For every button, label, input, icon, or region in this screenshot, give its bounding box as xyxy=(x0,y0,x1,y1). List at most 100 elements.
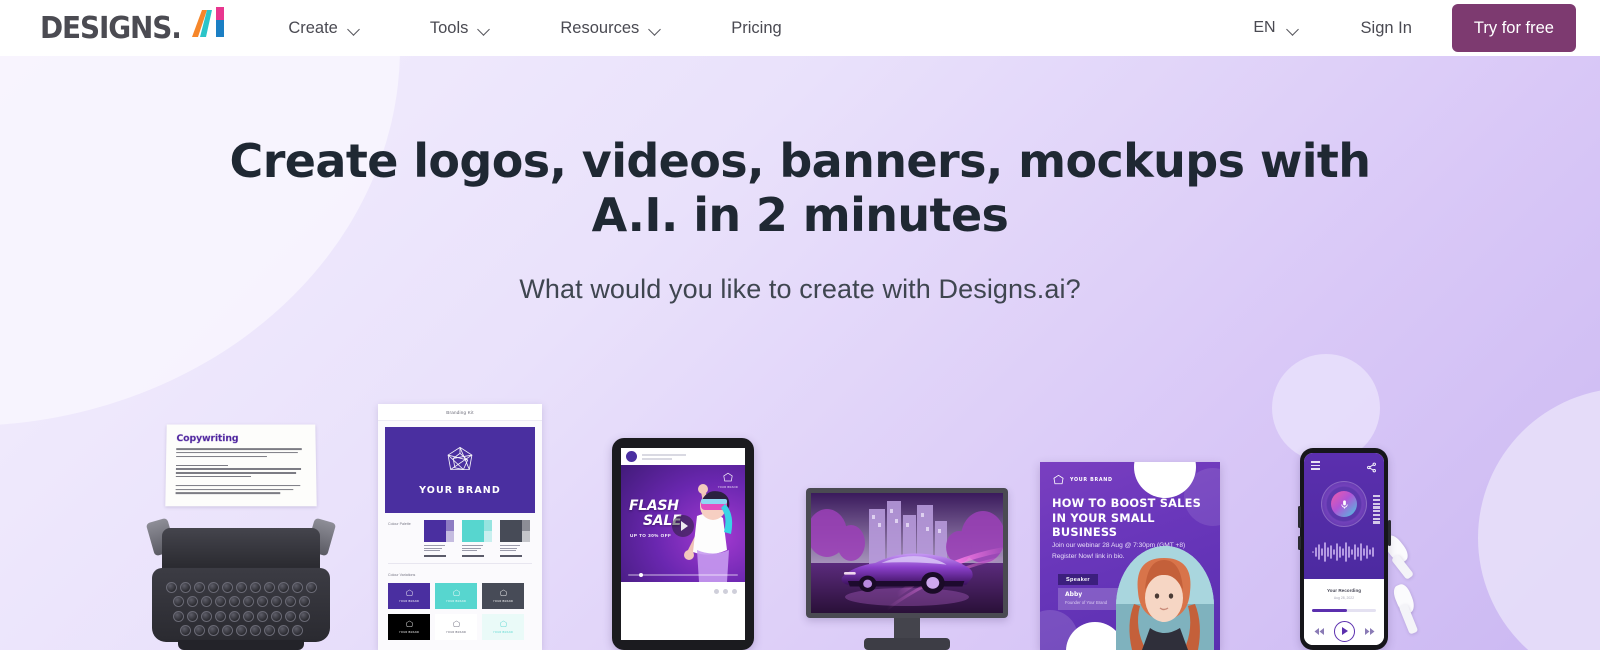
tablet-frame: YOUR BRAND FLASH SALE UP TO 30% OFF xyxy=(612,438,754,650)
designs-ai-logo[interactable]: DESIGNS. xyxy=(40,7,226,48)
branding-kit-swatch xyxy=(424,520,454,558)
branding-kit-variation: YOUR BRAND xyxy=(388,614,430,641)
microphone-button[interactable] xyxy=(1331,491,1357,517)
showcase-item-social-post[interactable]: YOUR BRAND HOW TO BOOST SALES IN YOUR SM… xyxy=(1040,462,1220,650)
designs-ai-logo-icon xyxy=(192,7,226,38)
dot-icon xyxy=(732,588,737,594)
typewriter-foot xyxy=(178,640,304,650)
social-post-headline: HOW TO BOOST SALES IN YOUR SMALL BUSINES… xyxy=(1052,496,1202,540)
language-selector[interactable]: EN xyxy=(1253,19,1298,37)
recording-title: Your Recording xyxy=(1326,588,1362,593)
site-header: DESIGNS. Create Tools Resources Pricing … xyxy=(0,0,1600,56)
dot-icon xyxy=(714,588,719,594)
nav-item-tools[interactable]: Tools xyxy=(430,19,491,38)
monitor-frame xyxy=(806,488,1008,618)
divider xyxy=(388,563,532,565)
main-navigation: Create Tools Resources Pricing xyxy=(288,19,781,38)
monitor-screen xyxy=(811,493,1003,613)
forward-icon xyxy=(1364,627,1374,635)
phone-screen: Your Recording Aug 28, 2022 xyxy=(1304,453,1384,645)
social-post-brand-tag: YOUR BRAND xyxy=(1052,474,1113,487)
branding-kit-swatch xyxy=(462,520,492,558)
play-icon[interactable] xyxy=(672,514,694,537)
sign-in-link[interactable]: Sign In xyxy=(1361,19,1412,38)
branding-kit-swatch xyxy=(500,520,530,558)
branding-kit-variation-grid: YOUR BRAND YOUR BRAND YOUR BRAND YOUR BR… xyxy=(388,583,532,641)
nav-item-create[interactable]: Create xyxy=(288,19,360,38)
page-title: Create logos, videos, banners, mockups w… xyxy=(229,134,1371,242)
branding-kit-swatch-list xyxy=(424,520,532,558)
showcase-item-branding-kit[interactable]: Branding Kit YOUR BRAND Colour Palette C… xyxy=(378,404,542,650)
video-ad-media: YOUR BRAND FLASH SALE UP TO 30% OFF xyxy=(621,465,745,582)
try-for-free-button[interactable]: Try for free xyxy=(1451,4,1576,52)
branding-kit-palette-section: Colour Palette xyxy=(388,520,532,558)
recording-date: Aug 28, 2022 xyxy=(1333,596,1355,600)
avatar xyxy=(626,451,637,462)
social-feed-actions xyxy=(621,582,745,600)
branding-kit-variation: YOUR BRAND xyxy=(482,614,524,641)
social-post-speaker-tag: Speaker xyxy=(1058,574,1098,585)
nav-item-create-label: Create xyxy=(288,18,338,37)
branding-kit-brand-name: YOUR BRAND xyxy=(419,485,501,496)
brand-mark-icon xyxy=(443,444,477,478)
monitor-neck xyxy=(894,618,920,638)
hero-subtitle: What would you like to create with Desig… xyxy=(519,274,1081,304)
typewriter-body xyxy=(145,498,337,650)
chevron-down-icon xyxy=(349,25,360,32)
nav-item-pricing-label: Pricing xyxy=(731,18,782,37)
typewriter-keyboard xyxy=(160,581,322,636)
typewriter-paper: Copywriting xyxy=(165,424,317,507)
audio-controls xyxy=(1304,620,1384,642)
logo-wordmark: DESIGNS. xyxy=(40,11,182,46)
branding-kit-variation: YOUR BRAND xyxy=(435,614,477,641)
phone-volume-up-button xyxy=(1297,506,1301,528)
branding-kit-variation: YOUR BRAND xyxy=(435,583,477,610)
nav-item-resources[interactable]: Resources xyxy=(560,19,661,38)
branding-kit-header: Branding Kit xyxy=(378,404,542,421)
showcase-item-ai-image[interactable] xyxy=(806,488,1008,650)
voice-app-player-panel: Your Recording Aug 28, 2022 xyxy=(1304,579,1384,645)
play-button[interactable] xyxy=(1333,620,1355,642)
showcase-item-video-ad[interactable]: YOUR BRAND FLASH SALE UP TO 30% OFF xyxy=(612,438,754,650)
speaker-portrait-photo xyxy=(1116,546,1214,650)
monitor-stand xyxy=(864,638,950,650)
audio-progress-bar[interactable] xyxy=(1312,609,1376,612)
branding-kit-sheet: Branding Kit YOUR BRAND Colour Palette C… xyxy=(378,404,542,650)
rewind-icon xyxy=(1314,627,1324,635)
header-actions: EN Sign In Try for free xyxy=(1253,0,1600,56)
dot-icon xyxy=(723,588,728,594)
video-ad-offer: UP TO 30% OFF xyxy=(630,533,672,538)
social-post-card: YOUR BRAND HOW TO BOOST SALES IN YOUR SM… xyxy=(1040,462,1220,650)
showcase-item-copywriting[interactable]: Copywriting xyxy=(145,424,337,650)
earbud-right-stem xyxy=(1398,603,1419,635)
chevron-down-icon xyxy=(650,25,661,32)
level-meter xyxy=(1373,495,1380,524)
branding-kit-variation: YOUR BRAND xyxy=(482,583,524,610)
phone-volume-down-button xyxy=(1297,536,1301,550)
record-halo xyxy=(1321,481,1367,527)
nav-item-pricing[interactable]: Pricing xyxy=(731,19,781,38)
branding-kit-hero: YOUR BRAND xyxy=(385,427,535,513)
nav-item-resources-label: Resources xyxy=(560,18,640,37)
language-selector-label: EN xyxy=(1253,19,1276,36)
chevron-down-icon xyxy=(1288,25,1299,32)
branding-kit-variations-section: Colour Variations xyxy=(388,571,532,577)
branding-kit-variations-label: Colour Variations xyxy=(388,573,416,578)
hamburger-menu-icon[interactable] xyxy=(1311,461,1320,470)
tablet-screen: YOUR BRAND FLASH SALE UP TO 30% OFF xyxy=(621,448,745,640)
sports-car-illustration xyxy=(841,553,973,594)
branding-kit-palette-label: Colour Palette xyxy=(388,522,411,526)
product-showcase-row: Copywriting Branding Kit YOUR BRAND Colo… xyxy=(0,386,1600,650)
chevron-down-icon xyxy=(479,25,490,32)
phone-power-button xyxy=(1387,520,1391,546)
share-icon[interactable] xyxy=(1366,460,1377,478)
phone-frame: Your Recording Aug 28, 2022 xyxy=(1297,448,1391,650)
voice-app-recorder-panel xyxy=(1304,453,1384,579)
showcase-item-voiceover[interactable]: Your Recording Aug 28, 2022 xyxy=(1297,438,1419,650)
typewriter-paper-title: Copywriting xyxy=(176,433,239,445)
video-progress-bar[interactable] xyxy=(628,572,738,577)
nav-item-tools-label: Tools xyxy=(429,18,469,37)
hero-section: Create logos, videos, banners, mockups w… xyxy=(0,56,1600,650)
waveform-graphic xyxy=(1312,542,1374,562)
social-feed-topbar xyxy=(621,448,745,465)
